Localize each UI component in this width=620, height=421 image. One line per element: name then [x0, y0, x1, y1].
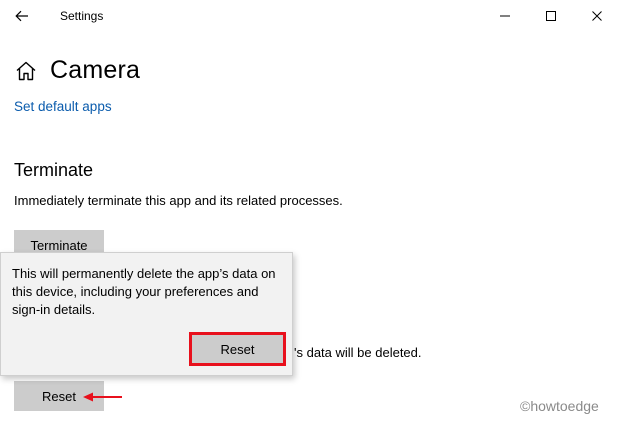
home-icon[interactable]	[14, 59, 38, 83]
maximize-icon	[546, 11, 556, 21]
reset-confirmation-flyout: This will permanently delete the app’s d…	[0, 252, 293, 376]
red-arrow-annotation-icon	[83, 392, 122, 402]
close-button[interactable]	[574, 0, 620, 32]
minimize-icon	[500, 15, 510, 17]
minimize-button[interactable]	[482, 0, 528, 32]
reset-description-partial: 's data will be deleted.	[294, 345, 422, 360]
close-icon	[592, 11, 602, 21]
maximize-button[interactable]	[528, 0, 574, 32]
title-bar: Settings	[0, 0, 620, 32]
flyout-message: This will permanently delete the app’s d…	[12, 266, 276, 317]
terminate-description: Immediately terminate this app and its r…	[14, 193, 343, 208]
terminate-heading: Terminate	[14, 160, 94, 180]
confirm-reset-button[interactable]: Reset	[189, 332, 286, 366]
back-arrow-icon	[15, 10, 28, 22]
watermark: ©howtoedge	[520, 398, 599, 414]
window-title: Settings	[60, 9, 104, 23]
back-button[interactable]	[8, 4, 36, 28]
set-default-apps-link[interactable]: Set default apps	[14, 99, 112, 114]
page-header: Camera	[14, 56, 140, 85]
page-title: Camera	[50, 56, 141, 84]
